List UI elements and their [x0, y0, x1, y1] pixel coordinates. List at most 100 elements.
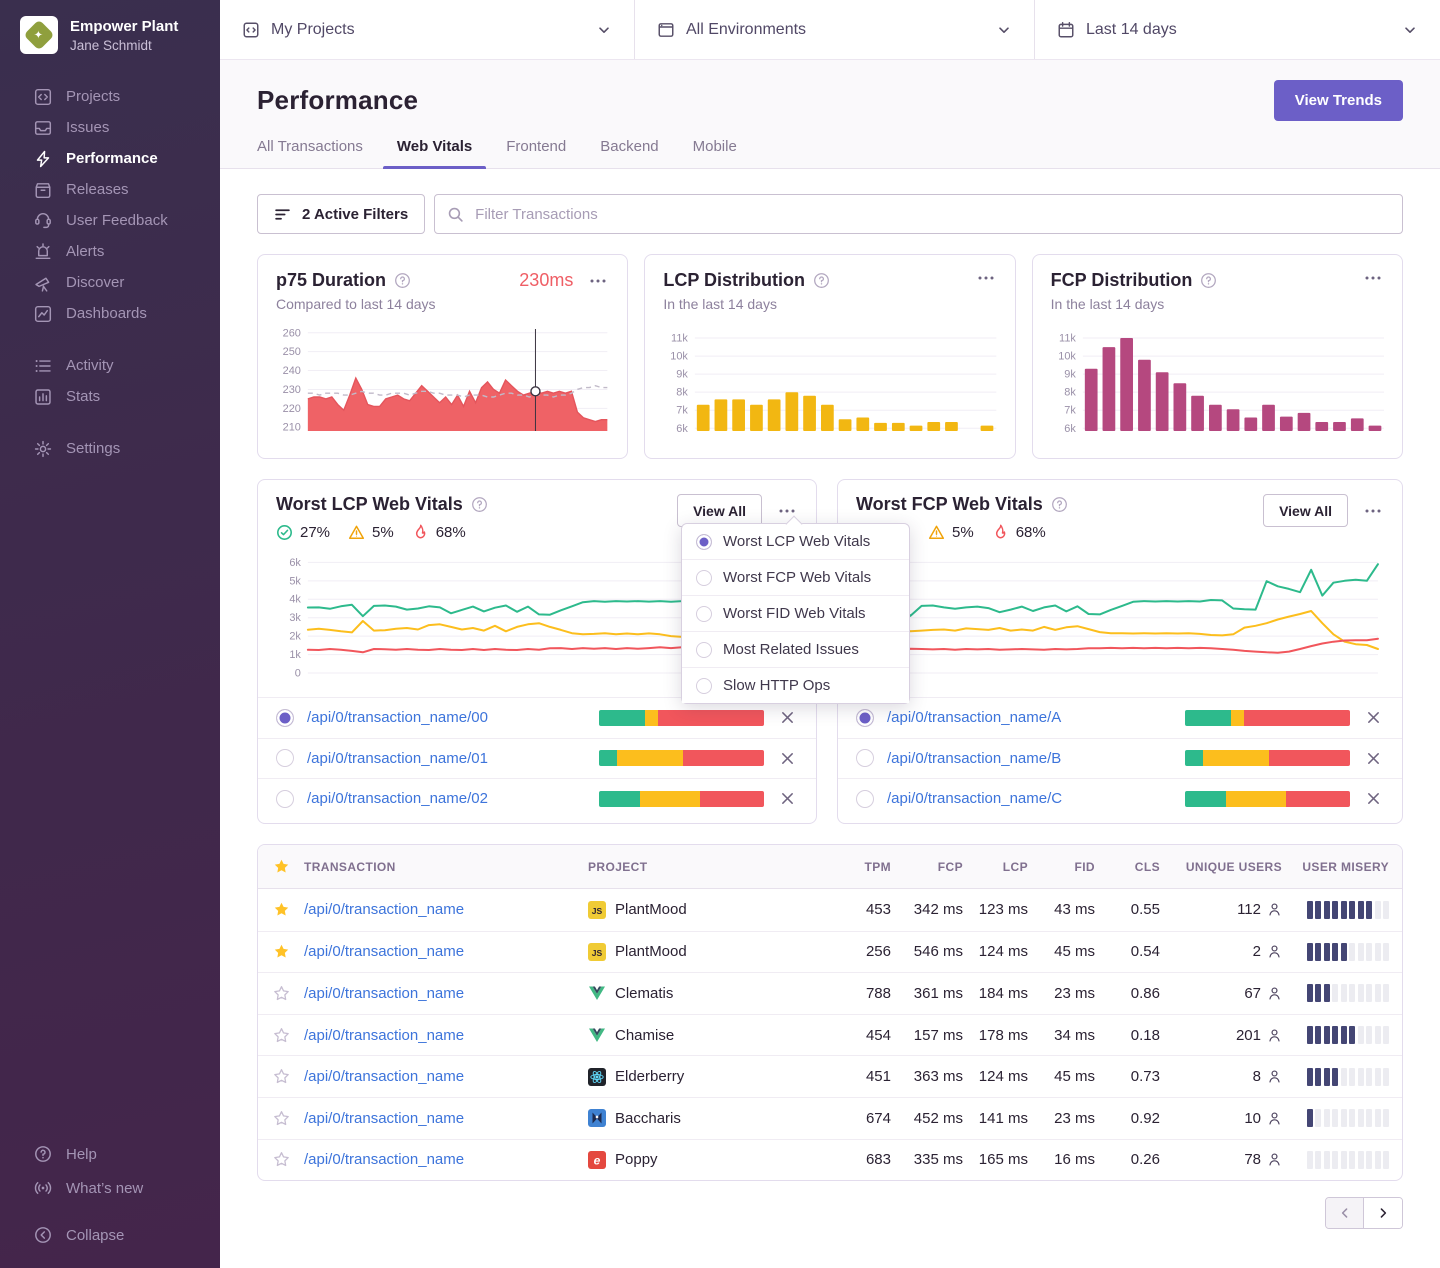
sidebar-item-label: Collapse	[66, 1227, 124, 1244]
search-input[interactable]	[434, 194, 1403, 234]
radio-button[interactable]	[696, 642, 712, 658]
star-toggle[interactable]	[258, 901, 304, 918]
lcp-value: 184 ms	[963, 985, 1028, 1002]
column-header-transaction[interactable]: TRANSACTION	[304, 860, 588, 874]
transaction-link[interactable]: /api/0/transaction_name	[304, 1151, 464, 1168]
sidebar-item-projects[interactable]: Projects	[0, 81, 220, 112]
sidebar-item-collapse[interactable]: Collapse	[0, 1218, 220, 1252]
transaction-link[interactable]: /api/0/transaction_name/02	[307, 790, 586, 807]
star-toggle[interactable]	[258, 1151, 304, 1168]
star-toggle[interactable]	[258, 943, 304, 960]
question-circle-icon[interactable]	[394, 272, 411, 289]
sidebar-item-settings[interactable]: Settings	[0, 433, 220, 464]
sidebar-item-stats[interactable]: Stats	[0, 381, 220, 412]
radio-button[interactable]	[856, 790, 874, 808]
star-toggle[interactable]	[258, 1110, 304, 1127]
view-all-button[interactable]: View All	[1263, 494, 1348, 527]
sidebar-item-user-feedback[interactable]: User Feedback	[0, 205, 220, 236]
star-toggle[interactable]	[258, 985, 304, 1002]
sidebar-item-label: Projects	[66, 88, 120, 105]
tab-mobile[interactable]: Mobile	[693, 138, 737, 168]
previous-page-button[interactable]	[1326, 1198, 1364, 1228]
sidebar-item-activity[interactable]: Activity	[0, 350, 220, 381]
headset-icon	[34, 212, 52, 230]
tab-backend[interactable]: Backend	[600, 138, 658, 168]
close-icon[interactable]	[1363, 788, 1384, 809]
transaction-link[interactable]: /api/0/transaction_name	[304, 985, 464, 1002]
ellipsis-menu-button[interactable]	[975, 270, 997, 286]
sidebar-item-alerts[interactable]: Alerts	[0, 236, 220, 267]
close-icon[interactable]	[1363, 707, 1384, 728]
star-toggle[interactable]	[258, 1027, 304, 1044]
radio-button[interactable]	[696, 570, 712, 586]
close-icon[interactable]	[777, 707, 798, 728]
transaction-link[interactable]: /api/0/transaction_name	[304, 901, 464, 918]
column-header-fid[interactable]: FID	[1028, 860, 1095, 874]
tab-web-vitals[interactable]: Web Vitals	[397, 138, 472, 168]
tab-frontend[interactable]: Frontend	[506, 138, 566, 168]
transaction-link[interactable]: /api/0/transaction_name	[304, 1027, 464, 1044]
chevron-down-icon	[596, 22, 612, 38]
radio-button[interactable]	[856, 749, 874, 767]
column-header-user-misery[interactable]: USER MISERY	[1282, 860, 1402, 874]
radio-button[interactable]	[696, 606, 712, 622]
svg-text:230: 230	[283, 384, 301, 396]
sidebar-item-help[interactable]: Help	[0, 1137, 220, 1171]
transaction-link[interactable]: /api/0/transaction_name	[304, 1110, 464, 1127]
fcp-value: 361 ms	[891, 985, 963, 1002]
transaction-link[interactable]: /api/0/transaction_name/C	[887, 790, 1172, 807]
radio-button[interactable]	[696, 678, 712, 694]
transaction-link[interactable]: /api/0/transaction_name/B	[887, 750, 1172, 767]
question-circle-icon[interactable]	[471, 496, 488, 513]
topbar: My Projects All Environments Last 14 day	[220, 0, 1440, 60]
sidebar-item-what-s-new[interactable]: What’s new	[0, 1171, 220, 1205]
tab-all-transactions[interactable]: All Transactions	[257, 138, 363, 168]
date-range-filter[interactable]: Last 14 days	[1035, 0, 1440, 59]
star-column-header[interactable]	[258, 858, 304, 875]
question-circle-icon[interactable]	[1200, 272, 1217, 289]
column-header-unique-users[interactable]: UNIQUE USERS	[1160, 860, 1282, 874]
close-icon[interactable]	[777, 788, 798, 809]
sidebar-item-issues[interactable]: Issues	[0, 112, 220, 143]
column-header-project[interactable]: PROJECT	[588, 860, 820, 874]
menu-option-worst-fcp-web-vitals[interactable]: Worst FCP Web Vitals	[682, 559, 909, 595]
sidebar-item-label: What’s new	[66, 1180, 143, 1197]
transaction-link[interactable]: /api/0/transaction_name/00	[307, 709, 586, 726]
menu-option-slow-http-ops[interactable]: Slow HTTP Ops	[682, 667, 909, 703]
transaction-link[interactable]: /api/0/transaction_name	[304, 1068, 464, 1085]
column-header-cls[interactable]: CLS	[1095, 860, 1160, 874]
star-toggle[interactable]	[258, 1068, 304, 1085]
ellipsis-menu-button[interactable]	[1362, 503, 1384, 519]
sidebar-item-discover[interactable]: Discover	[0, 267, 220, 298]
ellipsis-menu-button[interactable]	[1362, 270, 1384, 286]
question-circle-icon[interactable]	[813, 272, 830, 289]
sidebar-item-performance[interactable]: Performance	[0, 143, 220, 174]
menu-option-most-related-issues[interactable]: Most Related Issues	[682, 631, 909, 667]
transaction-link[interactable]: /api/0/transaction_name	[304, 943, 464, 960]
radio-button[interactable]	[276, 749, 294, 767]
radio-button[interactable]	[276, 709, 294, 727]
column-header-fcp[interactable]: FCP	[891, 860, 963, 874]
column-header-lcp[interactable]: LCP	[963, 860, 1028, 874]
sidebar-item-dashboards[interactable]: Dashboards	[0, 298, 220, 329]
environment-filter[interactable]: All Environments	[635, 0, 1035, 59]
transaction-link[interactable]: /api/0/transaction_name/01	[307, 750, 586, 767]
view-trends-button[interactable]: View Trends	[1274, 80, 1403, 121]
project-filter[interactable]: My Projects	[220, 0, 635, 59]
ellipsis-menu-button[interactable]	[587, 273, 609, 289]
menu-option-worst-fid-web-vitals[interactable]: Worst FID Web Vitals	[682, 595, 909, 631]
transaction-link[interactable]: /api/0/transaction_name/A	[887, 709, 1172, 726]
org-switcher[interactable]: ✦ Empower Plant Jane Schmidt	[0, 0, 220, 54]
next-page-button[interactable]	[1364, 1198, 1402, 1228]
question-circle-icon[interactable]	[1051, 496, 1068, 513]
check-circle-icon	[276, 524, 293, 541]
active-filters-button[interactable]: 2 Active Filters	[257, 194, 425, 234]
close-icon[interactable]	[1363, 748, 1384, 769]
radio-button[interactable]	[276, 790, 294, 808]
menu-option-worst-lcp-web-vitals[interactable]: Worst LCP Web Vitals	[682, 524, 909, 559]
radio-button[interactable]	[696, 534, 712, 550]
column-header-tpm[interactable]: TPM	[820, 860, 891, 874]
close-icon[interactable]	[777, 748, 798, 769]
sidebar-item-releases[interactable]: Releases	[0, 174, 220, 205]
radio-button[interactable]	[856, 709, 874, 727]
